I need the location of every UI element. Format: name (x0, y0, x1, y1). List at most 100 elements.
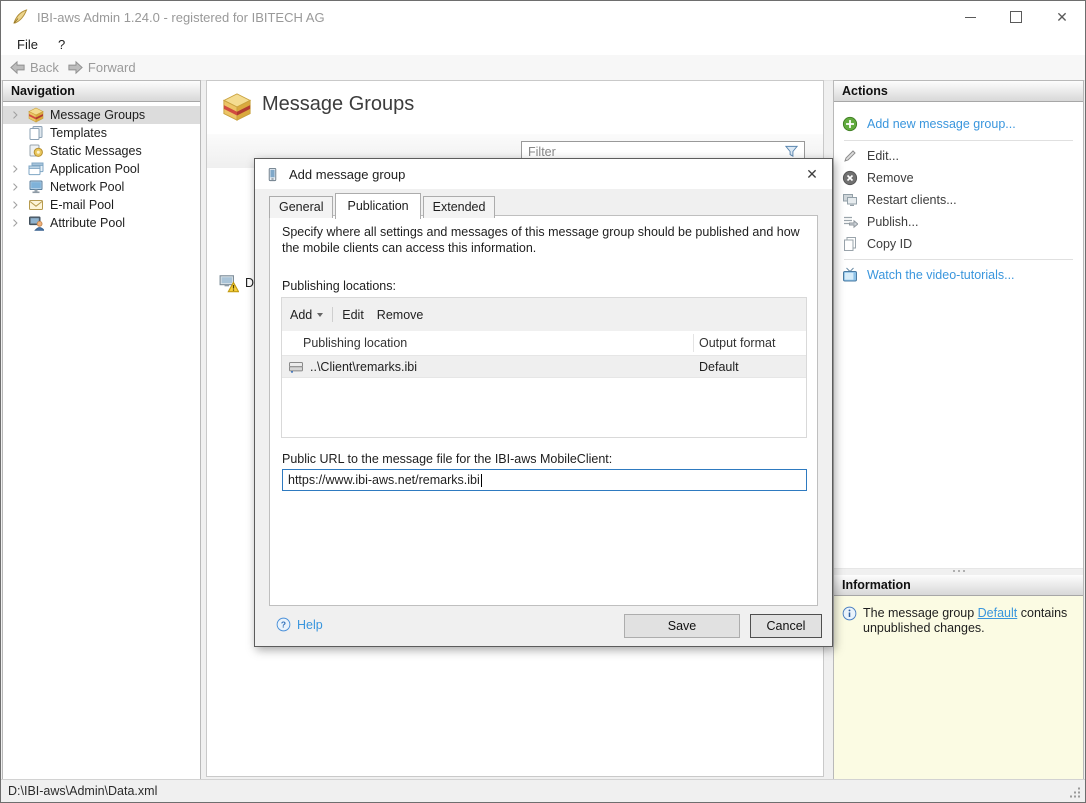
maximize-button[interactable] (993, 1, 1039, 33)
remove-location-button[interactable]: Remove (377, 308, 424, 322)
public-url-value: https://www.ibi-aws.net/remarks.ibi (288, 473, 480, 487)
tab-description: Specify where all settings and messages … (282, 224, 806, 256)
sidebar-item-message-groups[interactable]: Message Groups (3, 106, 200, 124)
action-edit[interactable]: Edit... (834, 145, 1083, 167)
close-button[interactable]: ✕ (1039, 1, 1085, 33)
app-quill-icon (11, 8, 29, 26)
actions-panel: Actions Add new message group... Edit... (834, 81, 1083, 568)
restart-clients-icon (842, 192, 858, 208)
chevron-right-icon[interactable] (9, 109, 21, 121)
sidebar-item-templates[interactable]: Templates (3, 124, 200, 142)
sidebar-item-attribute-pool[interactable]: Attribute Pool (3, 214, 200, 232)
sidebar-item-application-pool[interactable]: Application Pool (3, 160, 200, 178)
add-location-button[interactable]: Add (290, 308, 323, 322)
help-link[interactable]: ? Help (276, 617, 323, 632)
publishing-locations-label: Publishing locations: (282, 279, 396, 293)
sidebar-item-static-messages[interactable]: Static Messages (3, 142, 200, 160)
status-bar: D:\IBI-aws\Admin\Data.xml (1, 779, 1085, 802)
sidebar-item-label: E-mail Pool (50, 198, 114, 212)
drive-icon (288, 359, 304, 375)
save-button[interactable]: Save (624, 614, 740, 638)
text-caret (481, 474, 482, 487)
action-publish[interactable]: Publish... (834, 211, 1083, 233)
add-label: Add (290, 308, 312, 322)
list-item-label-partial: D (245, 276, 254, 290)
application-pool-icon (28, 161, 44, 177)
table-row[interactable]: ..\Client\remarks.ibi Default (282, 355, 806, 378)
information-panel: Information The message group Default co… (834, 575, 1083, 779)
data-file-path: D:\IBI-aws\Admin\Data.xml (8, 784, 157, 798)
window-title: IBI-aws Admin 1.24.0 - registered for IB… (37, 10, 325, 25)
templates-icon (28, 125, 44, 141)
sidebar-item-network-pool[interactable]: Network Pool (3, 178, 200, 196)
back-button[interactable]: Back (9, 59, 59, 76)
menu-file[interactable]: File (7, 37, 48, 52)
action-label: Publish... (867, 215, 918, 229)
chevron-down-icon (317, 313, 323, 317)
back-label: Back (30, 60, 59, 75)
action-copy-id[interactable]: Copy ID (834, 233, 1083, 255)
cancel-button[interactable]: Cancel (750, 614, 822, 638)
resize-grip[interactable] (1070, 787, 1081, 798)
tv-icon (842, 267, 858, 283)
tab-extended[interactable]: Extended (423, 196, 496, 218)
chevron-right-icon[interactable] (9, 181, 21, 193)
mobile-device-icon (265, 167, 280, 182)
sidebar-item-label: Static Messages (50, 144, 142, 158)
tab-publication[interactable]: Publication (335, 193, 420, 219)
information-message: The message group Default contains unpub… (863, 606, 1073, 636)
attribute-pool-icon (28, 215, 44, 231)
dialog-tabs: General Publication Extended (269, 193, 497, 218)
menu-help[interactable]: ? (48, 37, 75, 52)
chevron-right-icon[interactable] (9, 199, 21, 211)
message-groups-icon (28, 107, 44, 123)
copy-icon (842, 236, 858, 252)
svg-text:?: ? (281, 620, 286, 630)
tab-general[interactable]: General (269, 196, 333, 218)
minimize-button[interactable] (947, 1, 993, 33)
message-groups-header-icon (221, 92, 253, 122)
filter-funnel-icon[interactable] (784, 144, 799, 159)
dialog-title: Add message group (289, 167, 405, 182)
default-group-link[interactable]: Default (978, 606, 1018, 620)
dialog-footer: ? Help Save Cancel (255, 606, 832, 646)
edit-location-button[interactable]: Edit (342, 308, 364, 322)
forward-button[interactable]: Forward (67, 59, 136, 76)
help-label: Help (297, 618, 323, 632)
computer-warning-icon (219, 273, 239, 293)
chevron-right-icon[interactable] (9, 217, 21, 229)
title-bar: IBI-aws Admin 1.24.0 - registered for IB… (1, 1, 1085, 34)
back-arrow-icon (9, 59, 26, 76)
menu-bar: File ? (1, 33, 1085, 55)
action-label: Edit... (867, 149, 899, 163)
action-label: Add new message group... (867, 117, 1016, 131)
dialog-close-button[interactable]: ✕ (792, 159, 832, 189)
table-header: Publishing location Output format (282, 331, 806, 356)
right-stack: Actions Add new message group... Edit... (833, 80, 1084, 780)
column-publishing-location: Publishing location (303, 336, 407, 350)
action-label: Watch the video-tutorials... (867, 268, 1015, 282)
navigation-header: Navigation (3, 81, 200, 102)
remove-circle-icon (842, 170, 858, 186)
action-add-new-message-group[interactable]: Add new message group... (834, 112, 1083, 136)
panel-splitter[interactable] (834, 568, 1083, 575)
dialog-title-bar: Add message group ✕ (255, 159, 832, 189)
action-remove[interactable]: Remove (834, 167, 1083, 189)
public-url-input[interactable]: https://www.ibi-aws.net/remarks.ibi (282, 469, 807, 491)
column-divider (693, 334, 694, 352)
navigation-panel: Navigation Message Groups Templates (2, 80, 201, 780)
network-pool-icon (28, 179, 44, 195)
row-output-format: Default (699, 360, 739, 374)
actions-header: Actions (834, 81, 1083, 102)
row-publishing-location: ..\Client\remarks.ibi (310, 360, 417, 374)
public-url-label: Public URL to the message file for the I… (282, 452, 612, 466)
information-header: Information (834, 575, 1083, 596)
sidebar-item-email-pool[interactable]: E-mail Pool (3, 196, 200, 214)
help-icon: ? (276, 617, 291, 632)
list-item-default-group[interactable]: D (219, 273, 254, 293)
action-watch-video-tutorials[interactable]: Watch the video-tutorials... (834, 264, 1083, 286)
static-messages-icon (28, 143, 44, 159)
chevron-right-icon[interactable] (9, 163, 21, 175)
info-icon (842, 606, 857, 621)
action-restart-clients[interactable]: Restart clients... (834, 189, 1083, 211)
